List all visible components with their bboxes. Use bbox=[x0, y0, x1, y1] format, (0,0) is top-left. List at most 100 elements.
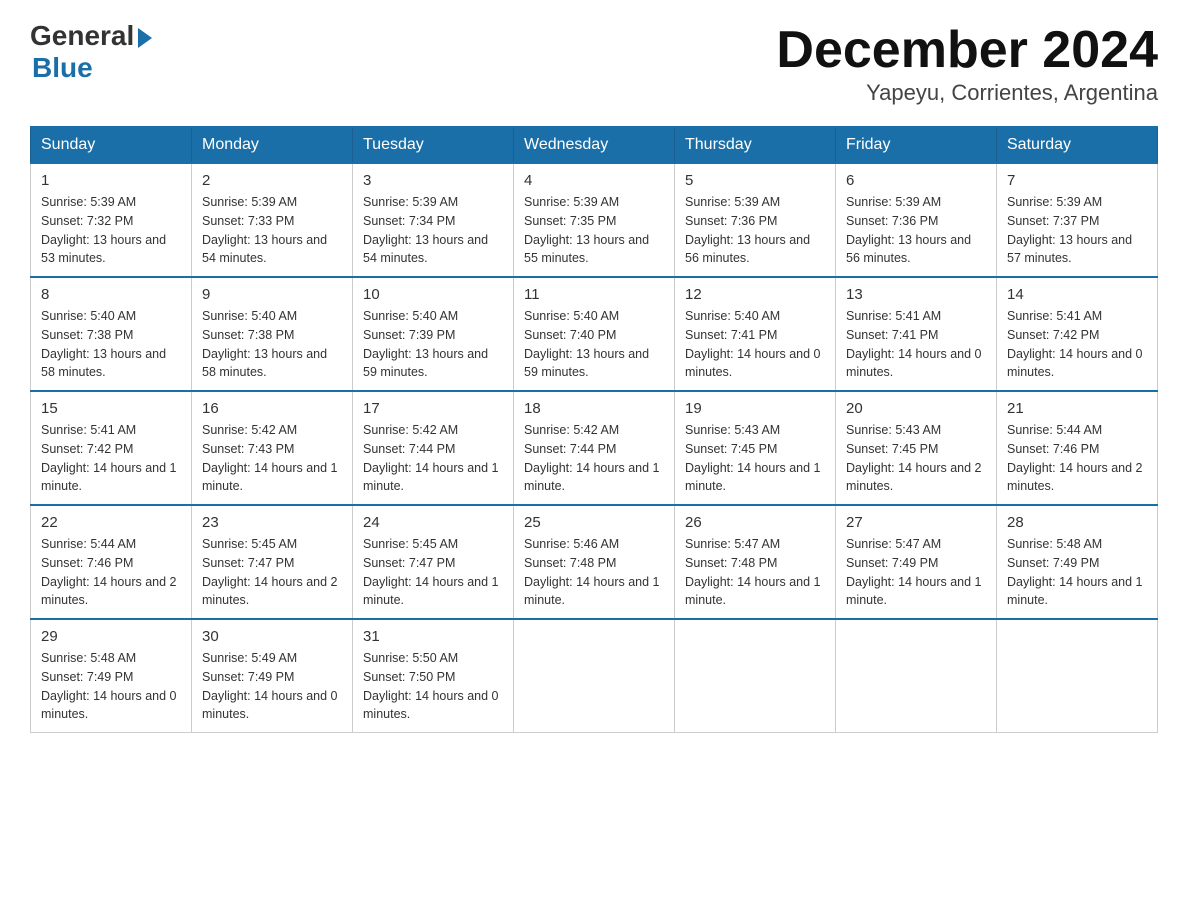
location-title: Yapeyu, Corrientes, Argentina bbox=[776, 80, 1158, 106]
table-row: 3 Sunrise: 5:39 AMSunset: 7:34 PMDaylight… bbox=[353, 163, 514, 277]
day-info: Sunrise: 5:47 AMSunset: 7:48 PMDaylight:… bbox=[685, 535, 825, 610]
table-row: 6 Sunrise: 5:39 AMSunset: 7:36 PMDaylight… bbox=[836, 163, 997, 277]
day-number: 1 bbox=[41, 172, 181, 189]
day-number: 28 bbox=[1007, 514, 1147, 531]
calendar-header-wednesday: Wednesday bbox=[514, 127, 675, 163]
table-row bbox=[836, 619, 997, 733]
day-info: Sunrise: 5:44 AMSunset: 7:46 PMDaylight:… bbox=[1007, 421, 1147, 496]
day-number: 30 bbox=[202, 628, 342, 645]
day-info: Sunrise: 5:39 AMSunset: 7:35 PMDaylight:… bbox=[524, 193, 664, 268]
day-number: 24 bbox=[363, 514, 503, 531]
day-number: 31 bbox=[363, 628, 503, 645]
day-info: Sunrise: 5:46 AMSunset: 7:48 PMDaylight:… bbox=[524, 535, 664, 610]
day-number: 5 bbox=[685, 172, 825, 189]
calendar-header-tuesday: Tuesday bbox=[353, 127, 514, 163]
calendar-header-friday: Friday bbox=[836, 127, 997, 163]
day-info: Sunrise: 5:42 AMSunset: 7:43 PMDaylight:… bbox=[202, 421, 342, 496]
day-number: 11 bbox=[524, 286, 664, 303]
table-row: 14 Sunrise: 5:41 AMSunset: 7:42 PMDayligh… bbox=[997, 277, 1158, 391]
day-number: 2 bbox=[202, 172, 342, 189]
day-info: Sunrise: 5:43 AMSunset: 7:45 PMDaylight:… bbox=[846, 421, 986, 496]
table-row: 30 Sunrise: 5:49 AMSunset: 7:49 PMDayligh… bbox=[192, 619, 353, 733]
logo-general-text: General bbox=[30, 20, 134, 52]
calendar-header-thursday: Thursday bbox=[675, 127, 836, 163]
calendar-table: SundayMondayTuesdayWednesdayThursdayFrid… bbox=[30, 126, 1158, 733]
day-info: Sunrise: 5:39 AMSunset: 7:36 PMDaylight:… bbox=[846, 193, 986, 268]
day-info: Sunrise: 5:49 AMSunset: 7:49 PMDaylight:… bbox=[202, 649, 342, 724]
day-info: Sunrise: 5:39 AMSunset: 7:34 PMDaylight:… bbox=[363, 193, 503, 268]
table-row: 1 Sunrise: 5:39 AMSunset: 7:32 PMDaylight… bbox=[31, 163, 192, 277]
day-number: 23 bbox=[202, 514, 342, 531]
day-info: Sunrise: 5:39 AMSunset: 7:36 PMDaylight:… bbox=[685, 193, 825, 268]
table-row bbox=[514, 619, 675, 733]
table-row: 23 Sunrise: 5:45 AMSunset: 7:47 PMDayligh… bbox=[192, 505, 353, 619]
day-info: Sunrise: 5:45 AMSunset: 7:47 PMDaylight:… bbox=[363, 535, 503, 610]
day-info: Sunrise: 5:44 AMSunset: 7:46 PMDaylight:… bbox=[41, 535, 181, 610]
day-number: 9 bbox=[202, 286, 342, 303]
day-number: 27 bbox=[846, 514, 986, 531]
table-row: 2Sunrise: 5:39 AMSunset: 7:33 PMDaylight… bbox=[192, 163, 353, 277]
table-row: 17Sunrise: 5:42 AMSunset: 7:44 PMDayligh… bbox=[353, 391, 514, 505]
day-info: Sunrise: 5:39 AMSunset: 7:32 PMDaylight:… bbox=[41, 193, 181, 268]
day-number: 20 bbox=[846, 400, 986, 417]
day-info: Sunrise: 5:40 AMSunset: 7:38 PMDaylight:… bbox=[41, 307, 181, 382]
table-row: 12 Sunrise: 5:40 AMSunset: 7:41 PMDayligh… bbox=[675, 277, 836, 391]
day-info: Sunrise: 5:40 AMSunset: 7:41 PMDaylight:… bbox=[685, 307, 825, 382]
table-row: 29 Sunrise: 5:48 AMSunset: 7:49 PMDayligh… bbox=[31, 619, 192, 733]
day-number: 6 bbox=[846, 172, 986, 189]
table-row: 10Sunrise: 5:40 AMSunset: 7:39 PMDayligh… bbox=[353, 277, 514, 391]
day-info: Sunrise: 5:40 AMSunset: 7:40 PMDaylight:… bbox=[524, 307, 664, 382]
day-info: Sunrise: 5:48 AMSunset: 7:49 PMDaylight:… bbox=[41, 649, 181, 724]
day-number: 14 bbox=[1007, 286, 1147, 303]
calendar-week-row: 1 Sunrise: 5:39 AMSunset: 7:32 PMDaylight… bbox=[31, 163, 1158, 277]
calendar-header-row: SundayMondayTuesdayWednesdayThursdayFrid… bbox=[31, 127, 1158, 163]
table-row: 5 Sunrise: 5:39 AMSunset: 7:36 PMDaylight… bbox=[675, 163, 836, 277]
table-row: 8 Sunrise: 5:40 AMSunset: 7:38 PMDaylight… bbox=[31, 277, 192, 391]
calendar-week-row: 29 Sunrise: 5:48 AMSunset: 7:49 PMDayligh… bbox=[31, 619, 1158, 733]
table-row: 7 Sunrise: 5:39 AMSunset: 7:37 PMDaylight… bbox=[997, 163, 1158, 277]
logo: General Blue bbox=[30, 20, 152, 84]
table-row: 24 Sunrise: 5:45 AMSunset: 7:47 PMDayligh… bbox=[353, 505, 514, 619]
logo-blue-text: Blue bbox=[32, 52, 93, 84]
month-title: December 2024 bbox=[776, 20, 1158, 80]
day-info: Sunrise: 5:45 AMSunset: 7:47 PMDaylight:… bbox=[202, 535, 342, 610]
day-info: Sunrise: 5:43 AMSunset: 7:45 PMDaylight:… bbox=[685, 421, 825, 496]
day-info: Sunrise: 5:40 AMSunset: 7:38 PMDaylight:… bbox=[202, 307, 342, 382]
day-info: Sunrise: 5:41 AMSunset: 7:42 PMDaylight:… bbox=[41, 421, 181, 496]
table-row: 4 Sunrise: 5:39 AMSunset: 7:35 PMDaylight… bbox=[514, 163, 675, 277]
day-number: 8 bbox=[41, 286, 181, 303]
table-row: 22Sunrise: 5:44 AMSunset: 7:46 PMDayligh… bbox=[31, 505, 192, 619]
day-info: Sunrise: 5:42 AMSunset: 7:44 PMDaylight:… bbox=[363, 421, 503, 496]
day-number: 3 bbox=[363, 172, 503, 189]
day-info: Sunrise: 5:47 AMSunset: 7:49 PMDaylight:… bbox=[846, 535, 986, 610]
day-number: 10 bbox=[363, 286, 503, 303]
table-row: 11 Sunrise: 5:40 AMSunset: 7:40 PMDayligh… bbox=[514, 277, 675, 391]
table-row: 19 Sunrise: 5:43 AMSunset: 7:45 PMDayligh… bbox=[675, 391, 836, 505]
day-number: 4 bbox=[524, 172, 664, 189]
table-row: 18 Sunrise: 5:42 AMSunset: 7:44 PMDayligh… bbox=[514, 391, 675, 505]
calendar-header-sunday: Sunday bbox=[31, 127, 192, 163]
table-row: 26 Sunrise: 5:47 AMSunset: 7:48 PMDayligh… bbox=[675, 505, 836, 619]
day-number: 19 bbox=[685, 400, 825, 417]
calendar-header-monday: Monday bbox=[192, 127, 353, 163]
day-number: 7 bbox=[1007, 172, 1147, 189]
table-row: 28 Sunrise: 5:48 AMSunset: 7:49 PMDayligh… bbox=[997, 505, 1158, 619]
day-info: Sunrise: 5:48 AMSunset: 7:49 PMDaylight:… bbox=[1007, 535, 1147, 610]
day-info: Sunrise: 5:42 AMSunset: 7:44 PMDaylight:… bbox=[524, 421, 664, 496]
day-number: 13 bbox=[846, 286, 986, 303]
table-row: 21Sunrise: 5:44 AMSunset: 7:46 PMDayligh… bbox=[997, 391, 1158, 505]
day-number: 29 bbox=[41, 628, 181, 645]
day-info: Sunrise: 5:39 AMSunset: 7:37 PMDaylight:… bbox=[1007, 193, 1147, 268]
day-info: Sunrise: 5:41 AMSunset: 7:42 PMDaylight:… bbox=[1007, 307, 1147, 382]
page-header: General Blue December 2024 Yapeyu, Corri… bbox=[30, 20, 1158, 106]
day-number: 18 bbox=[524, 400, 664, 417]
day-info: Sunrise: 5:50 AMSunset: 7:50 PMDaylight:… bbox=[363, 649, 503, 724]
logo-arrow-icon bbox=[138, 28, 152, 48]
calendar-week-row: 8 Sunrise: 5:40 AMSunset: 7:38 PMDaylight… bbox=[31, 277, 1158, 391]
table-row bbox=[675, 619, 836, 733]
table-row: 31 Sunrise: 5:50 AMSunset: 7:50 PMDayligh… bbox=[353, 619, 514, 733]
calendar-week-row: 22Sunrise: 5:44 AMSunset: 7:46 PMDayligh… bbox=[31, 505, 1158, 619]
day-number: 12 bbox=[685, 286, 825, 303]
day-number: 15 bbox=[41, 400, 181, 417]
day-number: 26 bbox=[685, 514, 825, 531]
